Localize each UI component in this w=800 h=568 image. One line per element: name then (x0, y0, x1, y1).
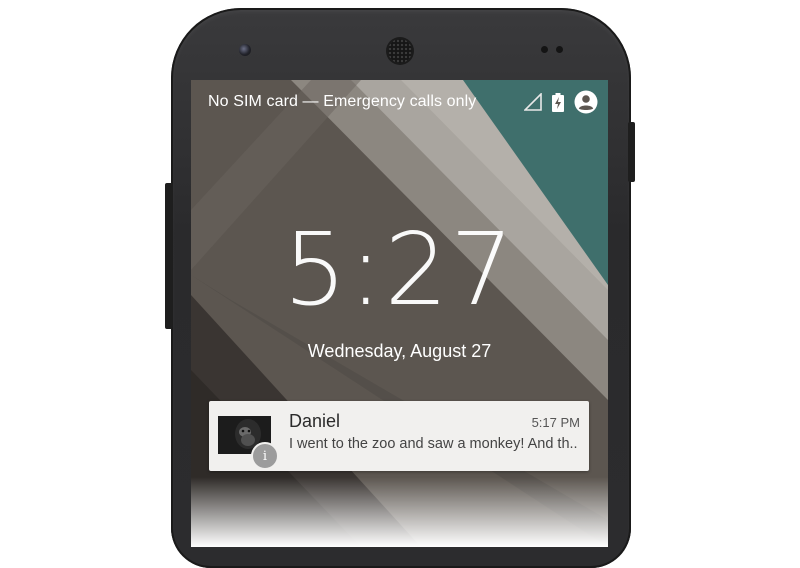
lock-date: Wednesday, August 27 (307, 341, 492, 361)
earpiece-speaker (388, 39, 412, 63)
lock-clock: 5:27 (283, 211, 516, 328)
status-icons (523, 90, 598, 119)
notification-time: 5:17 PM (531, 415, 580, 430)
info-icon: i (251, 442, 279, 470)
front-camera (239, 44, 251, 56)
carrier-status-text: No SIM card — Emergency calls only (208, 93, 477, 110)
notification-message: I went to the zoo and saw a monkey! And … (289, 436, 578, 452)
no-signal-icon (523, 92, 542, 116)
volume-button (165, 183, 173, 329)
light-sensor (556, 46, 563, 53)
power-button (628, 122, 635, 182)
notification-sender: Daniel (289, 411, 341, 431)
battery-charging-icon (552, 92, 564, 117)
user-account-icon[interactable] (574, 90, 598, 119)
lock-screen[interactable]: No SIM card — Emergency calls only 5:27 … (191, 80, 608, 547)
bottom-fade (191, 477, 608, 547)
proximity-sensor (541, 46, 548, 53)
notification-card[interactable]: i Daniel 5:17 PM I went to the zoo and s… (209, 401, 589, 471)
